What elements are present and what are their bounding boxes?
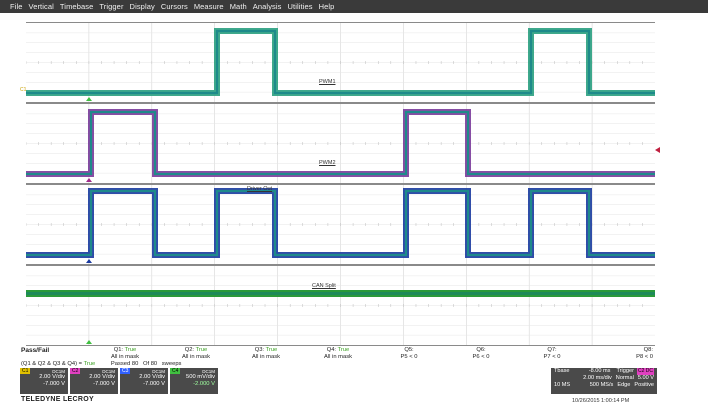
brand-logo: TELEDYNE LECROY bbox=[21, 396, 94, 403]
c3-mode: DC1M bbox=[152, 368, 165, 374]
passfail-title: Pass/Fail bbox=[21, 347, 50, 354]
trigger-mode: Normal bbox=[615, 375, 634, 381]
passfail-q-label: Q8: bbox=[643, 347, 653, 353]
passfail-q-desc: All in mask bbox=[181, 353, 211, 360]
c4-mode: DC1M bbox=[202, 368, 215, 374]
passed-label: Passed bbox=[110, 361, 131, 367]
c2-tag: C2 bbox=[70, 368, 81, 374]
tdiv-value: 2.00 ms/div bbox=[583, 375, 612, 381]
channel-box-c4[interactable]: C4 DC1M 500 mV/div -2.000 V bbox=[170, 368, 218, 394]
sweeps-label: sweeps bbox=[161, 361, 182, 367]
timestamp: 10/26/2015 1:00:14 PM bbox=[572, 398, 630, 404]
trigger-level: 5.00 V bbox=[637, 375, 654, 381]
c1-vdiv: 2.00 V/div bbox=[39, 374, 65, 380]
passfail-q-desc: P6 < 0 bbox=[472, 353, 490, 360]
c3-tag: C3 bbox=[120, 368, 131, 374]
passfail-q-desc: All in mask bbox=[323, 353, 353, 360]
passfail-q-label: Q7: bbox=[547, 347, 557, 353]
passfail-q6: Q6: P6 < 0 bbox=[446, 347, 516, 361]
channel-box-c2[interactable]: C2 DC1M 2.00 V/div -7.000 V bbox=[70, 368, 118, 394]
passfail-q-label: Q6: bbox=[476, 347, 486, 353]
passfail-q-label: Q5: bbox=[404, 347, 414, 353]
passfail-q-desc: P5 < 0 bbox=[400, 353, 418, 360]
passfail-expr-value: True bbox=[83, 361, 96, 367]
c4-vdiv: 500 mV/div bbox=[186, 374, 215, 380]
passfail-q8: Q8: P8 < 0 bbox=[603, 347, 653, 361]
c4-offset: -2.000 V bbox=[193, 381, 215, 387]
trigger-type: Edge bbox=[617, 382, 631, 388]
trigger-time-marker-c4 bbox=[86, 340, 92, 344]
passfail-q-value: True bbox=[124, 347, 137, 353]
trigger-slope: Positive bbox=[634, 382, 654, 388]
passfail-q1: Q1: True All in mask bbox=[90, 347, 160, 361]
sample-count: 10 MS bbox=[554, 382, 571, 388]
passfail-q5: Q5: P5 < 0 bbox=[374, 347, 444, 361]
channel-box-c3[interactable]: C3 DC1M 2.00 V/div -7.000 V bbox=[120, 368, 168, 394]
passfail-q-label: Q1: bbox=[113, 347, 125, 353]
passfail-q7: Q7: P7 < 0 bbox=[517, 347, 587, 361]
passfail-q-desc: P7 < 0 bbox=[543, 353, 561, 360]
passfail-q3: Q3: True All in mask bbox=[231, 347, 301, 361]
passfail-q-label: Q2: bbox=[184, 347, 196, 353]
c4-tag: C4 bbox=[170, 368, 181, 374]
passed-value: 80 bbox=[131, 361, 139, 367]
of-value: 80 bbox=[150, 361, 158, 367]
passfail-q-desc: P8 < 0 bbox=[636, 353, 653, 360]
passfail-q-value: True bbox=[337, 347, 350, 353]
passfail-q2: Q2: True All in mask bbox=[161, 347, 231, 361]
passfail-expression: (Q1 & Q2 & Q3 & Q4) = True Passed 80 Of … bbox=[21, 361, 181, 367]
sample-rate: 500 MS/s bbox=[589, 382, 614, 388]
trigger-time-marker-c3 bbox=[86, 259, 92, 263]
c2-vdiv: 2.00 V/div bbox=[89, 374, 115, 380]
c1-mode: DC1M bbox=[52, 368, 65, 374]
c1-tag: C1 bbox=[20, 368, 31, 374]
passfail-q-label: Q3: bbox=[254, 347, 266, 353]
c2-mode: DC1M bbox=[102, 368, 115, 374]
trigger-time-marker bbox=[86, 97, 92, 101]
passfail-q-desc: All in mask bbox=[251, 353, 281, 360]
tbase-label: Tbase bbox=[554, 368, 570, 374]
c3-vdiv: 2.00 V/div bbox=[139, 374, 165, 380]
trigger-label: Trigger bbox=[616, 368, 634, 374]
c3-offset: -7.000 V bbox=[143, 381, 165, 387]
passfail-q-label: Q4: bbox=[326, 347, 338, 353]
trigger-level-marker[interactable] bbox=[655, 147, 660, 153]
passfail-q-value: True bbox=[265, 347, 278, 353]
timebase-trigger-box[interactable]: Tbase -8.00 ms Trigger C2 DC 2.00 ms/div… bbox=[551, 368, 657, 394]
passfail-q-value: True bbox=[195, 347, 208, 353]
channel-box-c1[interactable]: C1 DC1M 2.00 V/div -7.000 V bbox=[20, 368, 68, 394]
c2-offset: -7.000 V bbox=[93, 381, 115, 387]
trigger-tag: C2 DC bbox=[636, 368, 654, 375]
passfail-expr-text: (Q1 & Q2 & Q3 & Q4) = bbox=[21, 361, 84, 367]
c1-offset: -7.000 V bbox=[43, 381, 65, 387]
trigger-time-marker-c2 bbox=[86, 178, 92, 182]
passfail-q4: Q4: True All in mask bbox=[303, 347, 373, 361]
passfail-q-desc: All in mask bbox=[110, 353, 140, 360]
of-label: Of bbox=[142, 361, 150, 367]
tbase-value: -8.00 ms bbox=[588, 368, 611, 374]
